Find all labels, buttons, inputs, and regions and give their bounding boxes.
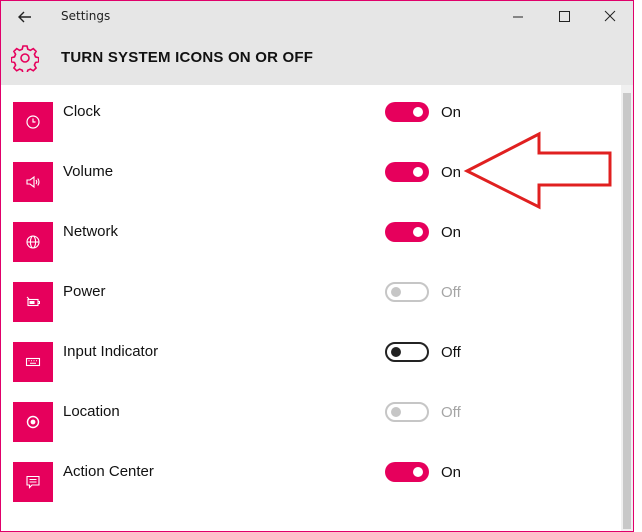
volume-toggle[interactable] [385,162,429,182]
toggle-state-label: Off [441,344,461,361]
toggle-state-label: On [441,104,462,121]
power-toggle[interactable] [385,282,429,302]
close-button[interactable] [587,1,633,32]
action-center-icon [13,462,53,502]
settings-window: Settings TURN SYSTEM ICONS ON OR OFF Clo… [0,0,634,532]
toggle-state-label: Off [441,404,461,421]
maximize-button[interactable] [541,1,587,32]
volume-icon [13,162,53,202]
back-button[interactable] [13,7,37,27]
list-item-action-center: Action Center On [1,445,621,505]
gear-icon [10,44,40,75]
list-item-power: Power Off [1,265,621,325]
list-item-network: Network On [1,205,621,265]
item-label: Input Indicator [63,343,159,360]
network-icon [13,222,53,262]
toggle-state-label: On [441,464,462,481]
toggle-state-label: Off [441,284,461,301]
location-toggle[interactable] [385,402,429,422]
annotation-arrow-icon [463,131,612,210]
scrollbar-thumb[interactable] [623,93,631,529]
network-toggle[interactable] [385,222,429,242]
clock-toggle[interactable] [385,102,429,122]
window-title: Settings [61,9,111,23]
back-arrow-icon [18,11,31,23]
location-icon [13,402,53,442]
keyboard-icon [13,342,53,382]
scrollbar[interactable] [621,85,633,531]
list-item-input-indicator: Input Indicator Off [1,325,621,385]
action-center-toggle[interactable] [385,462,429,482]
page-header: TURN SYSTEM ICONS ON OR OFF [1,32,633,85]
item-label: Network [63,223,119,240]
item-label: Location [63,403,120,420]
toggle-state-label: On [441,224,462,241]
item-label: Volume [63,163,114,180]
close-icon [604,10,616,22]
item-label: Action Center [63,463,154,480]
clock-icon [13,102,53,142]
maximize-icon [559,11,570,22]
toggle-state-label: On [441,164,462,181]
input-indicator-toggle[interactable] [385,342,429,362]
title-bar: Settings [1,1,633,32]
list-item-location: Location Off [1,385,621,445]
minimize-icon [513,16,523,18]
power-icon [13,282,53,322]
minimize-button[interactable] [495,1,541,32]
item-label: Clock [63,103,101,120]
item-label: Power [63,283,106,300]
page-title: TURN SYSTEM ICONS ON OR OFF [61,49,314,66]
